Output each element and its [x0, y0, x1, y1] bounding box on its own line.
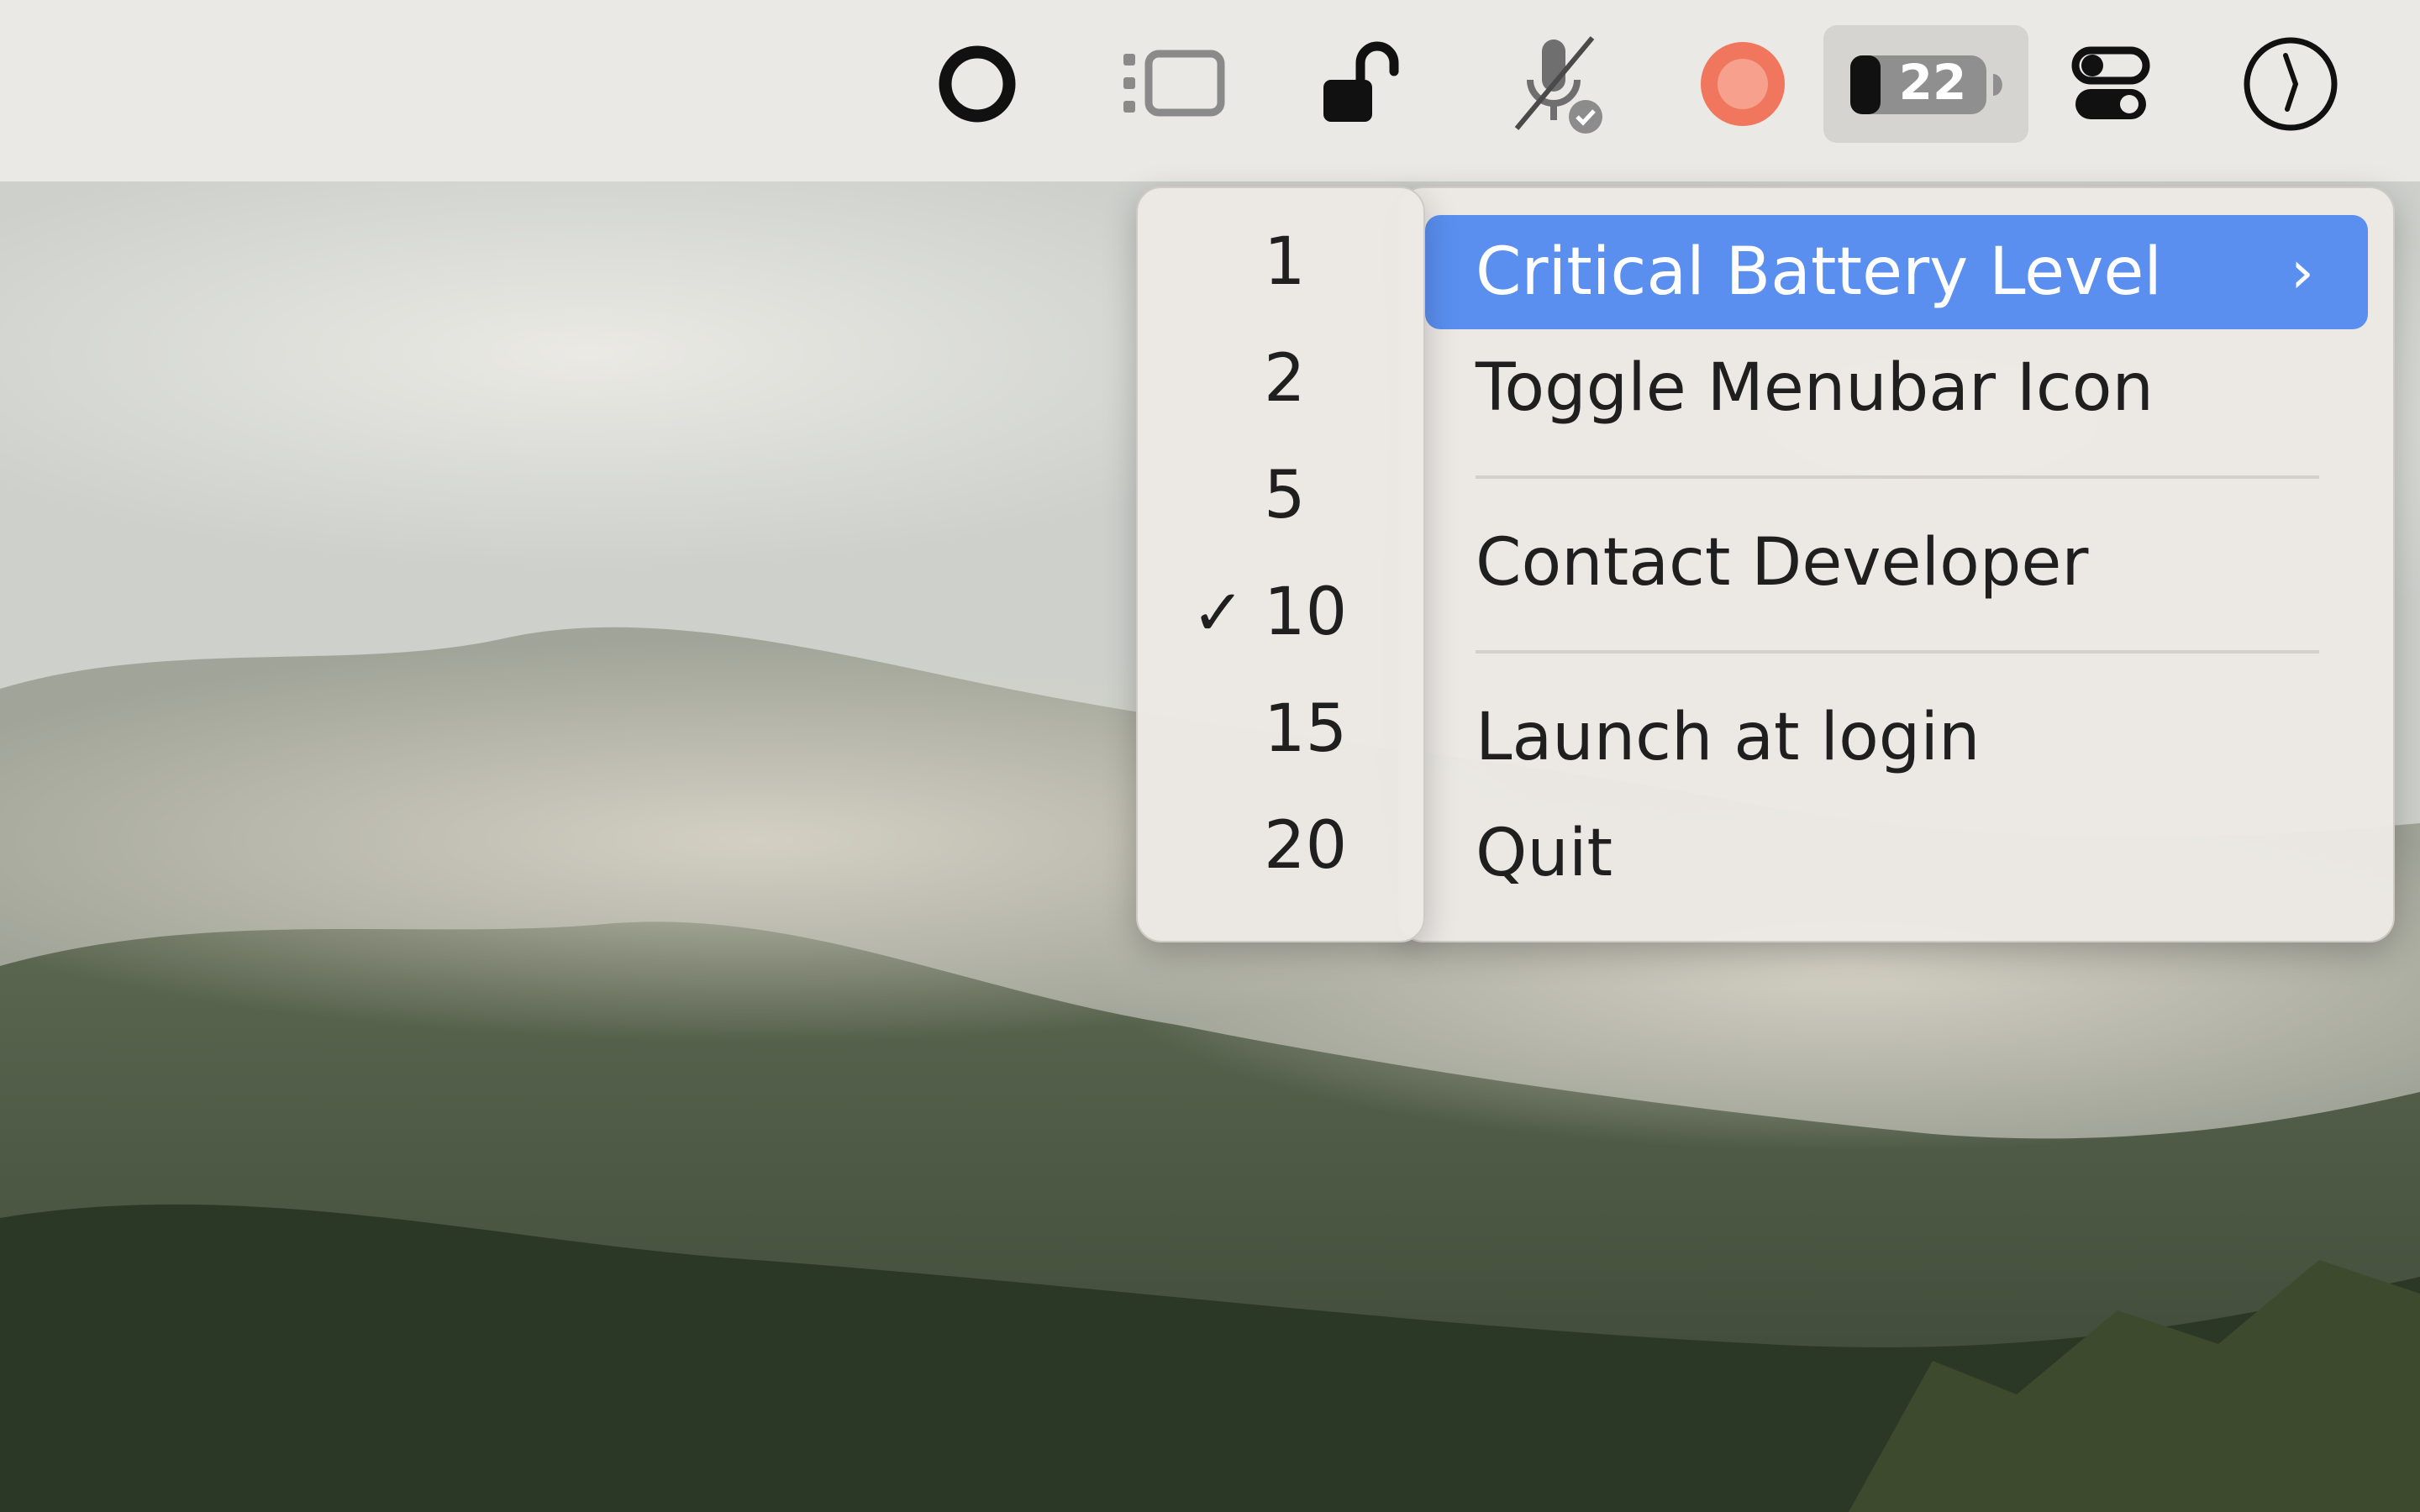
submenu-item-1[interactable]: 1 — [1138, 204, 1423, 320]
app-menu: Critical Battery Level › Toggle Menubar … — [1398, 186, 2395, 942]
menu-item-quit[interactable]: Quit — [1425, 796, 2368, 911]
submenu-item-5[interactable]: 5 — [1138, 438, 1423, 554]
menu-separator — [1476, 650, 2319, 654]
record-icon[interactable] — [1676, 25, 1810, 143]
menu-item-label: Toggle Menubar Icon — [1476, 350, 2154, 426]
menu-item-label: Quit — [1476, 816, 1613, 891]
menu-item-label: Launch at login — [1476, 700, 1981, 775]
submenu-item-label: 2 — [1264, 341, 1306, 417]
menu-item-label: Contact Developer — [1476, 525, 2089, 601]
clock-icon[interactable] — [2223, 25, 2358, 143]
menu-item-contact-developer[interactable]: Contact Developer — [1425, 506, 2368, 620]
critical-battery-submenu: 1 2 5 ✓ 10 15 20 — [1136, 186, 1425, 942]
menubar: 22 — [0, 0, 2420, 181]
menu-item-toggle-menubar-icon[interactable]: Toggle Menubar Icon — [1425, 331, 2368, 445]
unlock-icon[interactable] — [1294, 25, 1428, 143]
submenu-item-2[interactable]: 2 — [1138, 321, 1423, 437]
submenu-item-20[interactable]: 20 — [1138, 788, 1423, 904]
sidebar-icon[interactable] — [1107, 25, 1242, 143]
mic-off-icon[interactable] — [1487, 25, 1622, 143]
menu-item-critical-battery-level[interactable]: Critical Battery Level › — [1425, 215, 2368, 329]
submenu-item-label: 10 — [1264, 575, 1348, 650]
submenu-item-label: 15 — [1264, 691, 1348, 767]
submenu-item-label: 5 — [1264, 458, 1306, 533]
menu-separator — [1476, 475, 2319, 479]
checkmark-icon: ✓ — [1192, 575, 1245, 650]
chevron-right-icon: › — [2291, 238, 2314, 307]
submenu-item-10[interactable]: ✓ 10 — [1138, 554, 1423, 670]
ring-icon[interactable] — [910, 25, 1044, 143]
submenu-item-label: 20 — [1264, 808, 1348, 884]
battery-icon[interactable]: 22 — [1823, 25, 2028, 143]
toggles-icon[interactable] — [2044, 25, 2178, 143]
submenu-item-label: 1 — [1264, 224, 1306, 300]
submenu-item-15[interactable]: 15 — [1138, 671, 1423, 787]
menu-item-label: Critical Battery Level — [1476, 234, 2162, 310]
battery-percent: 22 — [1899, 54, 1967, 111]
menu-item-launch-at-login[interactable]: Launch at login — [1425, 680, 2368, 795]
